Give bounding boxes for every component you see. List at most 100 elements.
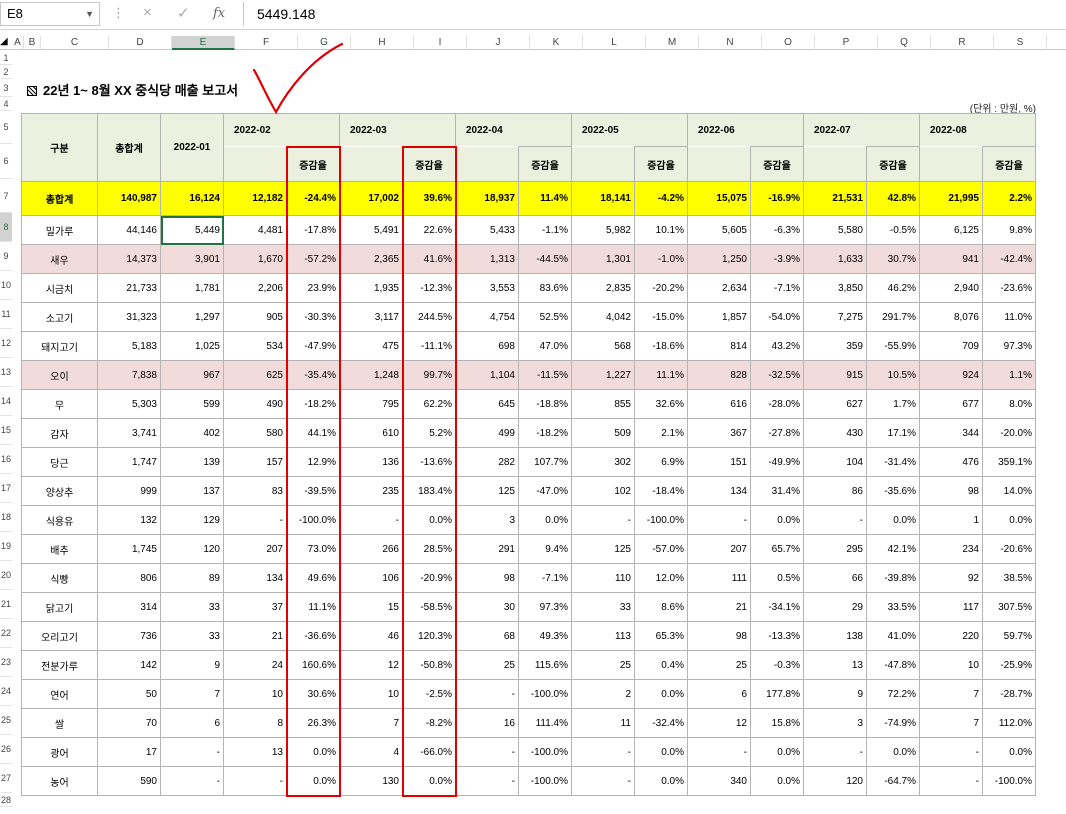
table-cell[interactable]: - — [803, 505, 867, 535]
table-cell[interactable]: 924 — [919, 360, 983, 390]
row-header-5[interactable]: 5 — [0, 111, 12, 144]
table-cell[interactable]: 138 — [803, 621, 867, 651]
table-cell[interactable]: -25.9% — [982, 650, 1036, 680]
table-cell[interactable]: 16,124 — [160, 181, 224, 216]
row-label[interactable]: 농어 — [21, 766, 98, 796]
row-label[interactable]: 시금치 — [21, 273, 98, 303]
table-cell[interactable]: 136 — [339, 447, 403, 477]
row-label[interactable]: 오이 — [21, 360, 98, 390]
table-cell[interactable]: 139 — [160, 447, 224, 477]
table-cell[interactable]: 4,042 — [571, 302, 635, 332]
table-cell[interactable]: 499 — [455, 418, 519, 448]
table-cell[interactable]: 1,104 — [455, 360, 519, 390]
table-cell[interactable]: -49.9% — [750, 447, 804, 477]
table-cell[interactable]: - — [571, 737, 635, 767]
column-header-p[interactable]: P — [815, 36, 878, 50]
table-cell[interactable]: 1,670 — [223, 244, 287, 274]
table-cell[interactable]: - — [223, 505, 287, 535]
table-cell[interactable]: 12,182 — [223, 181, 287, 216]
table-cell[interactable]: 0.5% — [750, 563, 804, 593]
table-cell[interactable]: -100.0% — [634, 505, 688, 535]
table-cell[interactable]: 590 — [97, 766, 161, 796]
table-cell[interactable]: -24.4% — [286, 181, 340, 216]
row-header-26[interactable]: 26 — [0, 735, 12, 764]
table-cell[interactable]: -20.2% — [634, 273, 688, 303]
column-header-l[interactable]: L — [583, 36, 646, 50]
table-cell[interactable]: 42.1% — [866, 534, 920, 564]
table-cell[interactable]: -28.0% — [750, 389, 804, 419]
table-cell[interactable]: 1 — [919, 505, 983, 535]
table-cell[interactable]: 2.2% — [982, 181, 1036, 216]
column-header-d[interactable]: D — [109, 36, 172, 50]
row-header-28[interactable]: 28 — [0, 793, 12, 807]
table-cell[interactable]: -13.3% — [750, 621, 804, 651]
table-cell[interactable]: 4,754 — [455, 302, 519, 332]
table-cell[interactable]: 24 — [223, 650, 287, 680]
table-cell[interactable]: 125 — [571, 534, 635, 564]
table-cell[interactable]: -32.4% — [634, 708, 688, 738]
column-header-a[interactable]: A — [12, 36, 24, 50]
table-cell[interactable]: 97.3% — [518, 592, 572, 622]
table-cell[interactable]: 62.2% — [402, 389, 456, 419]
row-header-16[interactable]: 16 — [0, 445, 12, 474]
table-cell[interactable]: 1,297 — [160, 302, 224, 332]
table-cell[interactable]: 33 — [160, 621, 224, 651]
table-cell[interactable]: -39.8% — [866, 563, 920, 593]
table-cell[interactable]: 2,940 — [919, 273, 983, 303]
table-cell[interactable]: 5,580 — [803, 215, 867, 245]
table-cell[interactable]: 21,531 — [803, 181, 867, 216]
row-header-23[interactable]: 23 — [0, 648, 12, 677]
table-cell[interactable]: 855 — [571, 389, 635, 419]
row-header-10[interactable]: 10 — [0, 271, 12, 300]
column-header-n[interactable]: N — [699, 36, 762, 50]
table-cell[interactable]: 2,634 — [687, 273, 751, 303]
row-label[interactable]: 연어 — [21, 679, 98, 709]
table-cell[interactable]: 10 — [919, 650, 983, 680]
table-cell[interactable]: -1.0% — [634, 244, 688, 274]
table-cell[interactable]: -4.2% — [634, 181, 688, 216]
row-header-22[interactable]: 22 — [0, 619, 12, 648]
table-cell[interactable]: 5,433 — [455, 215, 519, 245]
row-header-18[interactable]: 18 — [0, 503, 12, 532]
table-cell[interactable]: 3,117 — [339, 302, 403, 332]
table-cell[interactable]: 12.0% — [634, 563, 688, 593]
table-cell[interactable]: 476 — [919, 447, 983, 477]
row-header-2[interactable]: 2 — [0, 65, 12, 79]
row-header-13[interactable]: 13 — [0, 358, 12, 387]
table-cell[interactable]: 402 — [160, 418, 224, 448]
column-header-i[interactable]: I — [414, 36, 467, 50]
table-cell[interactable]: -66.0% — [402, 737, 456, 767]
table-cell[interactable]: 98 — [455, 563, 519, 593]
table-cell[interactable]: 28.5% — [402, 534, 456, 564]
table-cell[interactable]: 134 — [223, 563, 287, 593]
table-cell[interactable]: -47.9% — [286, 331, 340, 361]
table-cell[interactable]: 50 — [97, 679, 161, 709]
row-label[interactable]: 식용유 — [21, 505, 98, 535]
table-cell[interactable]: 0.0% — [286, 737, 340, 767]
table-cell[interactable]: 142 — [97, 650, 161, 680]
table-cell[interactable]: 31.4% — [750, 476, 804, 506]
table-cell[interactable]: 7 — [339, 708, 403, 738]
table-cell[interactable]: 30.7% — [866, 244, 920, 274]
table-cell[interactable]: -8.2% — [402, 708, 456, 738]
row-header-12[interactable]: 12 — [0, 329, 12, 358]
row-label[interactable]: 새우 — [21, 244, 98, 274]
column-header-b[interactable]: B — [24, 36, 41, 50]
table-cell[interactable]: 37 — [223, 592, 287, 622]
table-cell[interactable]: 12.9% — [286, 447, 340, 477]
table-cell[interactable]: 1,250 — [687, 244, 751, 274]
table-cell[interactable]: -3.9% — [750, 244, 804, 274]
table-cell[interactable]: 1,248 — [339, 360, 403, 390]
table-cell[interactable]: 1,745 — [97, 534, 161, 564]
table-cell[interactable]: 18,141 — [571, 181, 635, 216]
table-cell[interactable]: 8 — [223, 708, 287, 738]
table-cell[interactable]: 11.4% — [518, 181, 572, 216]
row-label[interactable]: 감자 — [21, 418, 98, 448]
table-cell[interactable]: 15,075 — [687, 181, 751, 216]
table-cell[interactable]: 4 — [339, 737, 403, 767]
row-header-14[interactable]: 14 — [0, 387, 12, 416]
drag-handle-icon[interactable]: ⋮ — [112, 5, 125, 21]
cancel-icon[interactable]: × — [143, 4, 152, 21]
insert-function-icon[interactable]: fx — [213, 6, 225, 21]
table-cell[interactable]: 125 — [455, 476, 519, 506]
